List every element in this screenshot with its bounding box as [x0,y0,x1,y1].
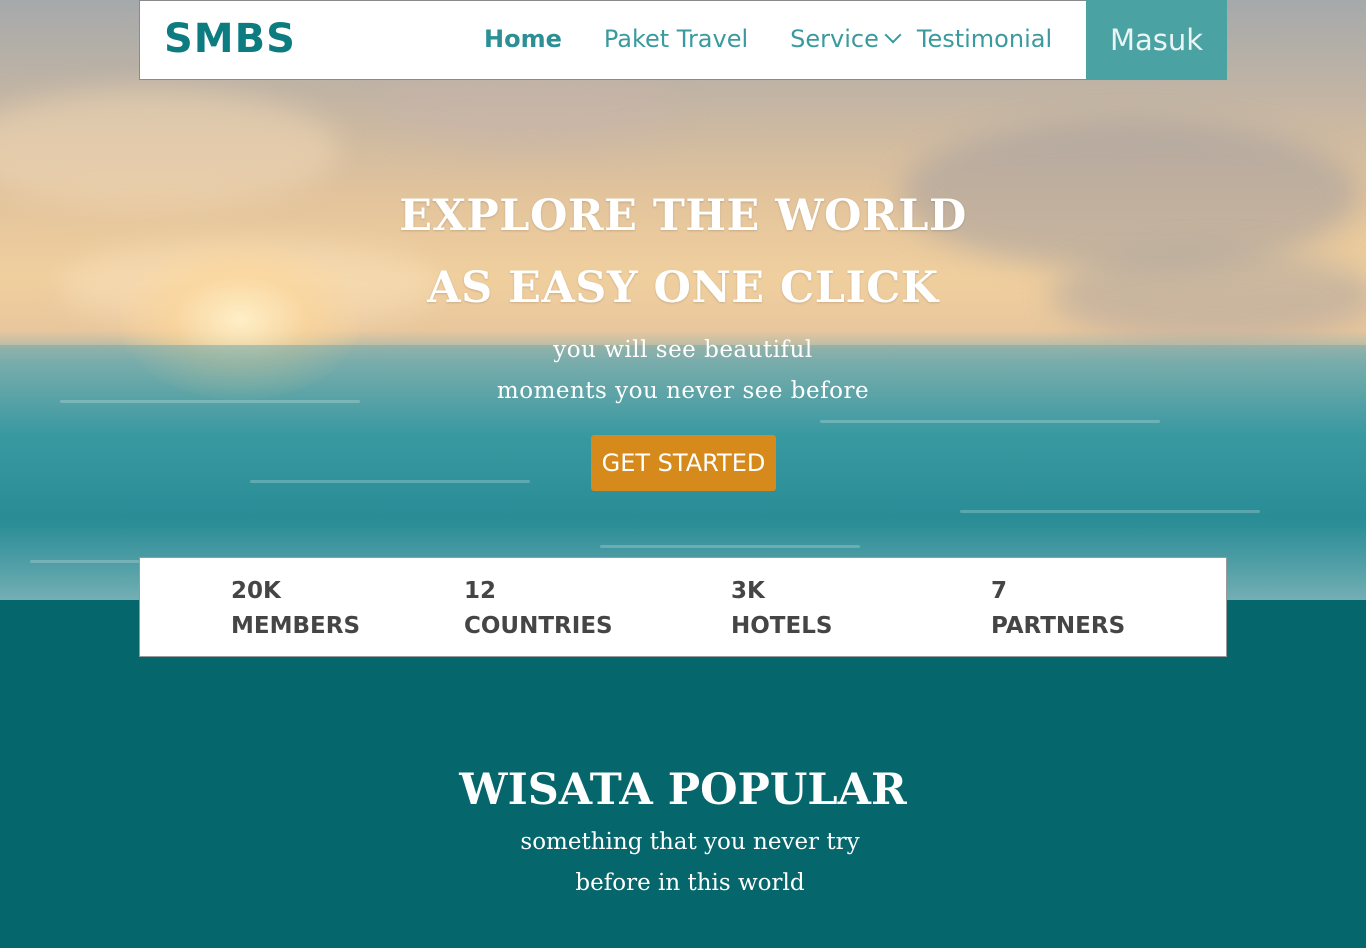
stat-value: 20K [231,578,281,604]
section-title: WISATA POPULAR [459,765,907,815]
stat-countries: 12 COUNTRIES [464,574,613,644]
stat-label: PARTNERS [991,613,1126,639]
stat-hotels: 3K HOTELS [731,574,832,644]
navbar: SMBS Home Paket Travel Service Testimoni… [139,0,1227,80]
stat-value: 7 [991,578,1008,604]
login-button[interactable]: Masuk [1086,0,1227,80]
chevron-down-icon [884,26,902,44]
nav-service-dropdown[interactable]: Service [790,25,902,53]
popular-section: WISATA POPULAR something that you never … [0,760,1366,904]
stat-partners: 7 PARTNERS [991,574,1125,644]
logo[interactable]: SMBS [164,16,296,62]
nav-home[interactable]: Home [484,25,562,53]
wave [820,420,1160,423]
nav-links: Home Paket Travel Service Testimonial [484,25,1052,53]
nav-service-label: Service [790,25,879,53]
wave [600,545,860,548]
stats-bar: 20K MEMBERS 12 COUNTRIES 3K HOTELS 7 PAR… [139,557,1227,657]
hero-subtitle-line-1: you will see beautiful [553,337,813,363]
stat-label: COUNTRIES [464,613,613,639]
wave [960,510,1260,513]
hero-content: EXPLORE THE WORLD AS EASY ONE CLICK you … [0,180,1366,412]
nav-paket-travel[interactable]: Paket Travel [604,25,748,53]
section-subtitle-line-1: something that you never try [520,829,860,855]
hero-title-line-1: EXPLORE THE WORLD [399,191,967,241]
hero-subtitle-line-2: moments you never see before [496,378,870,404]
logo-text: SMBS [164,16,296,62]
stat-label: HOTELS [731,613,833,639]
stat-label: MEMBERS [231,613,361,639]
hero-title-line-2: AS EASY ONE CLICK [427,263,939,313]
stat-value: 3K [731,578,765,604]
get-started-button[interactable]: GET STARTED [591,435,776,491]
section-subtitle-line-2: before in this world [575,870,805,896]
stat-value: 12 [464,578,497,604]
wave [250,480,530,483]
stat-members: 20K MEMBERS [231,574,360,644]
nav-testimonial[interactable]: Testimonial [917,25,1052,53]
